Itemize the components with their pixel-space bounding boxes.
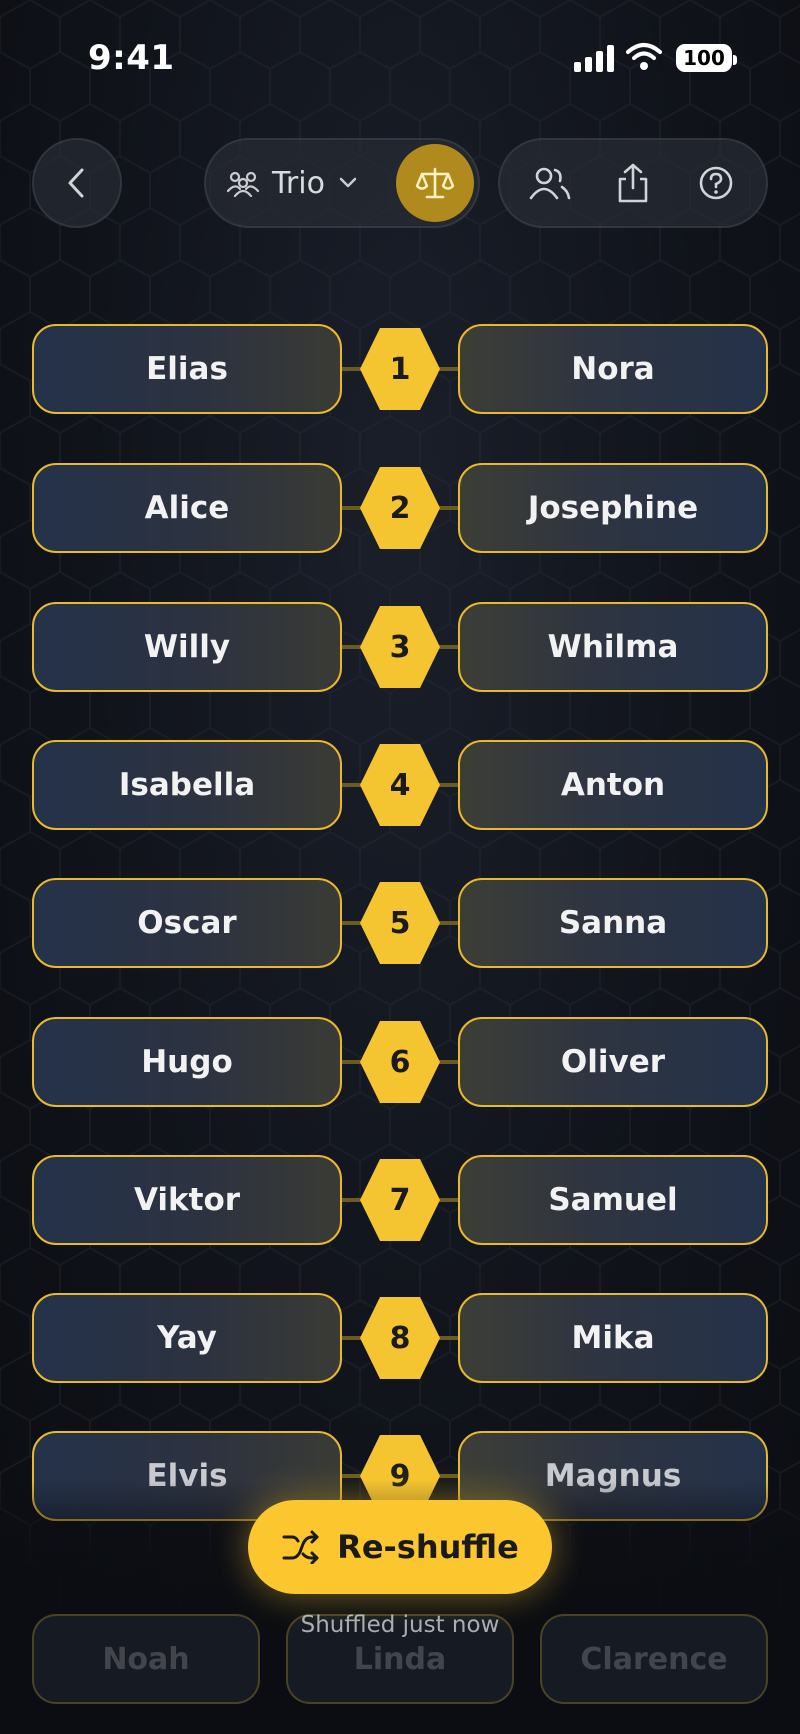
pair-row: Willy 3 Whilma: [32, 602, 768, 692]
pair-number-badge: 6: [360, 1021, 440, 1103]
share-button[interactable]: [598, 148, 668, 218]
pair-left-name[interactable]: Elias: [32, 324, 342, 414]
pair-left-name[interactable]: Hugo: [32, 1017, 342, 1107]
pair-row: Elias 1 Nora: [32, 324, 768, 414]
shuffle-status-text: Shuffled just now: [300, 1612, 500, 1638]
pair-row: Alice 2 Josephine: [32, 463, 768, 553]
reshuffle-label: Re-shuffle: [337, 1528, 519, 1566]
pair-left-name[interactable]: Viktor: [32, 1155, 342, 1245]
share-icon: [618, 163, 648, 203]
pair-number-badge: 3: [360, 606, 440, 688]
mode-label: Trio: [272, 165, 325, 201]
shuffle-icon: [282, 1530, 319, 1564]
pair-right-name[interactable]: Anton: [458, 740, 768, 830]
pair-number-badge: 4: [360, 744, 440, 826]
people-icon: [529, 167, 570, 200]
status-bar: 9:41 100: [0, 0, 800, 120]
mode-pill: Trio: [204, 138, 480, 228]
pair-row: Isabella 4 Anton: [32, 740, 768, 830]
pair-right-name[interactable]: Sanna: [458, 878, 768, 968]
pair-number-badge: 8: [360, 1297, 440, 1379]
pair-number-badge: 5: [360, 882, 440, 964]
pair-row: Viktor 7 Samuel: [32, 1155, 768, 1245]
group-icon: [226, 171, 260, 197]
wifi-icon: [626, 43, 662, 70]
chevron-down-icon: [339, 177, 357, 188]
pair-number-badge: 7: [360, 1159, 440, 1241]
status-time: 9:41: [88, 38, 175, 78]
participants-button[interactable]: [515, 148, 585, 218]
pair-row: Yay 8 Mika: [32, 1293, 768, 1383]
pair-left-name[interactable]: Alice: [32, 463, 342, 553]
back-button[interactable]: [32, 138, 122, 228]
pair-right-name[interactable]: Josephine: [458, 463, 768, 553]
scale-icon: [415, 167, 455, 199]
help-button[interactable]: [681, 148, 751, 218]
battery-indicator: 100: [676, 44, 737, 72]
pair-row: Oscar 5 Sanna: [32, 878, 768, 968]
help-icon: [700, 166, 733, 200]
pair-row: Hugo 6 Oliver: [32, 1017, 768, 1107]
reshuffle-button[interactable]: Re-shuffle: [248, 1500, 552, 1594]
pair-left-name[interactable]: Yay: [32, 1293, 342, 1383]
pair-right-name[interactable]: Whilma: [458, 602, 768, 692]
cellular-signal-icon: [574, 44, 614, 72]
pair-left-name[interactable]: Oscar: [32, 878, 342, 968]
balance-button[interactable]: [396, 144, 474, 222]
pair-right-name[interactable]: Nora: [458, 324, 768, 414]
group-mode-dropdown[interactable]: Trio: [226, 140, 359, 226]
pair-left-name[interactable]: Isabella: [32, 740, 342, 830]
pair-number-badge: 2: [360, 467, 440, 549]
chevron-left-icon: [68, 168, 84, 198]
pair-left-name[interactable]: Willy: [32, 602, 342, 692]
pair-right-name[interactable]: Oliver: [458, 1017, 768, 1107]
pair-right-name[interactable]: Mika: [458, 1293, 768, 1383]
actions-pill: [498, 138, 768, 228]
pair-right-name[interactable]: Samuel: [458, 1155, 768, 1245]
pair-number-badge: 1: [360, 328, 440, 410]
